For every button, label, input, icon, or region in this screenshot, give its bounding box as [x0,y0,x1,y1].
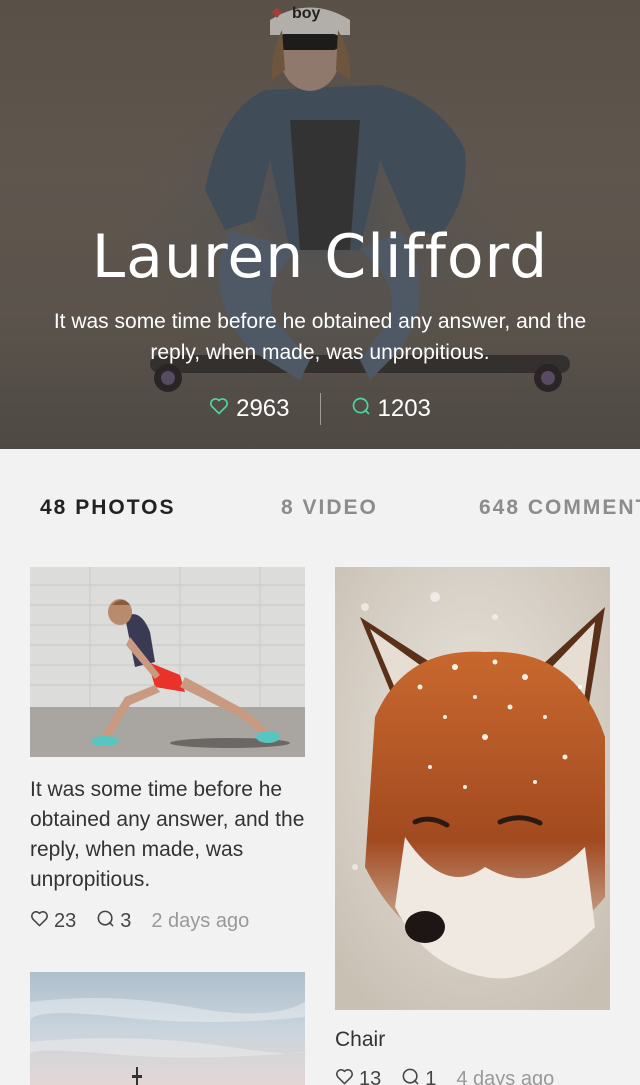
snowy-fox-photo[interactable] [335,567,610,1010]
profile-header: boy Lauren Clifford It was some time bef… [0,0,640,449]
woman-stretching-photo[interactable] [30,567,305,757]
likes-stat[interactable]: 2963 [179,395,319,423]
tab-video[interactable]: 8 VIDEO [281,496,378,520]
tab-photos[interactable]: 48 PHOTOS [40,496,176,520]
tab-comments[interactable]: 648 COMMENTS [479,496,640,520]
comments-count: 1203 [377,395,431,422]
sky-tower-photo[interactable] [30,972,305,1085]
post-time: 2 days ago [151,910,250,932]
likes-count: 2963 [236,395,290,422]
comment-icon [351,395,371,423]
post-time: 4 days ago [456,1068,555,1085]
post-meta: 23 3 2 days ago [30,909,249,934]
post-likes[interactable]: 13 [335,1067,381,1085]
post-meta: 13 1 4 days ago [335,1067,554,1085]
post-title: It was some time before he obtained any … [30,778,305,891]
comments-stat[interactable]: 1203 [321,395,461,423]
profile-name: Lauren Clifford [91,222,549,292]
post-likes[interactable]: 23 [30,909,76,934]
comment-icon [401,1067,420,1085]
post-comments[interactable]: 1 [401,1067,436,1085]
profile-stats: 2963 1203 [0,392,640,426]
heart-icon [209,395,229,423]
comment-icon [96,909,115,934]
content-tabs: 48 PHOTOS 8 VIDEO 648 COMMENTS [0,449,640,567]
profile-bio: It was some time before he obtained any … [53,310,587,364]
post-comments[interactable]: 3 [96,909,131,934]
post-title: Chair [335,1028,386,1051]
heart-icon [335,1067,354,1085]
heart-icon [30,909,49,934]
